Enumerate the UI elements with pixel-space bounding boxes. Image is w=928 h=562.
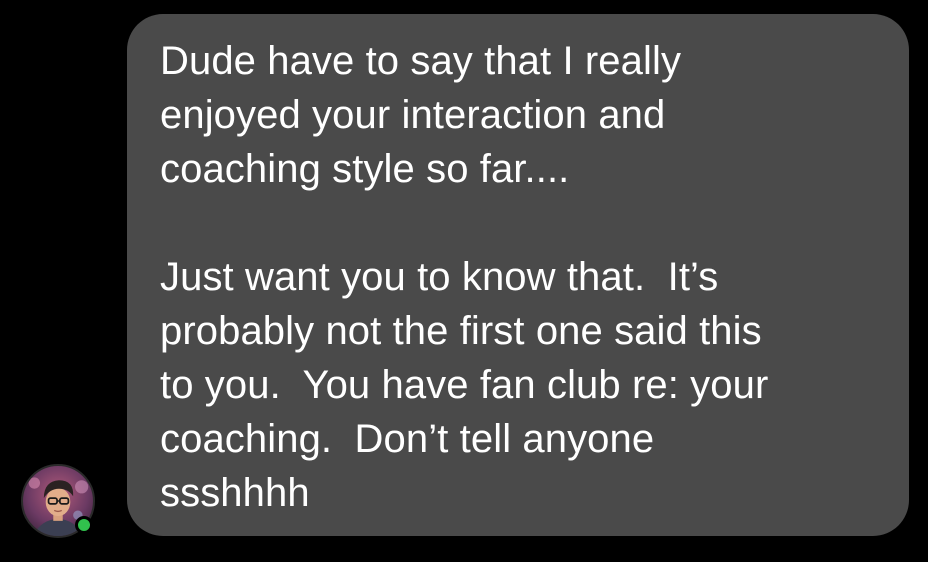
online-status-icon	[75, 516, 93, 534]
message-line: Just want you to know that. It’s	[160, 255, 719, 299]
message-line: enjoyed your interaction and	[160, 93, 666, 137]
message-line: Dude have to say that I really	[160, 39, 682, 83]
paragraph-break	[160, 196, 875, 250]
message-line: ssshhhh	[160, 471, 310, 515]
message-line: probably not the first one said this	[160, 309, 762, 353]
chat-screen: Dude have to say that I really enjoyed y…	[0, 0, 928, 562]
message-bubble[interactable]: Dude have to say that I really enjoyed y…	[127, 14, 909, 536]
message-line: coaching style so far....	[160, 147, 570, 191]
message-line: to you. You have fan club re: your	[160, 363, 769, 407]
message-line: coaching. Don’t tell anyone	[160, 417, 655, 461]
